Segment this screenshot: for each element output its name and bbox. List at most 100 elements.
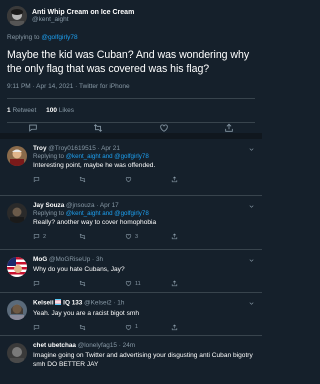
like-action[interactable]: 3: [125, 233, 171, 240]
like-count: 3: [135, 233, 139, 240]
author-avatar[interactable]: [7, 6, 27, 26]
reply-header: Jay Souza @jnsouza · Apr 17: [33, 202, 119, 209]
avatar[interactable]: [7, 146, 27, 166]
retweets-label: Retweet: [12, 107, 37, 114]
reply-body: Jay Souza @jnsouza · Apr 17 Replying to …: [33, 196, 255, 249]
share-icon[interactable]: [224, 123, 234, 133]
reply-tweet[interactable]: Troy @Troy01619515 · Apr 21 Replying to …: [0, 139, 262, 196]
share-action[interactable]: [171, 233, 217, 240]
reply-author-name[interactable]: chet ubetchaa: [33, 342, 76, 349]
reply-author-badge: IQ 133: [63, 299, 83, 307]
reply-tweet[interactable]: Kelseii IQ 133 @Kelsei2 · 1h Yeah. Jay y…: [0, 293, 262, 336]
retweet-action[interactable]: [79, 324, 125, 331]
share-action[interactable]: [171, 323, 217, 331]
reply-date[interactable]: 1h: [117, 300, 124, 307]
replying-handle-link[interactable]: @golfgirly78: [41, 34, 77, 41]
retweet-icon: [79, 176, 86, 183]
reply-author-handle[interactable]: @jnsouza: [66, 202, 95, 209]
reply-date[interactable]: 24m: [123, 342, 135, 349]
replying-to: Replying to @kent_aight and @golfgirly78: [33, 210, 255, 218]
replying-handles[interactable]: @kent_aight and @golfgirly78: [66, 210, 149, 217]
reply-body: chet ubetchaa @lonelyfag15 · 24m Imagine…: [33, 336, 255, 376]
reply-icon[interactable]: [28, 123, 38, 133]
share-icon: [171, 323, 178, 330]
reply-date[interactable]: Apr 17: [100, 202, 119, 209]
retweet-action[interactable]: [79, 176, 125, 183]
replying-to: Replying to @kent_aight and @golfgirly78: [33, 153, 255, 161]
like-action[interactable]: 11: [125, 280, 171, 287]
heart-icon[interactable]: [159, 123, 169, 133]
author-name[interactable]: Anti Whip Cream on Ice Cream: [32, 9, 134, 16]
tweet-meta: 9:11 PM · Apr 14, 2021 · Twitter for iPh…: [7, 83, 255, 99]
like-count: 11: [135, 280, 141, 287]
reply-body: Kelseii IQ 133 @Kelsei2 · 1h Yeah. Jay y…: [33, 293, 255, 335]
avatar[interactable]: [7, 203, 27, 223]
reply-text: Yeah. Jay you are a racist bigot smh: [33, 309, 140, 317]
reply-text: Why do you hate Cubans, Jay?: [33, 266, 125, 273]
avatar[interactable]: [7, 257, 27, 277]
main-tweet: Anti Whip Cream on Ice Cream @kent_aight…: [0, 0, 262, 123]
reply-actions: 11: [33, 277, 255, 291]
retweet-action[interactable]: [79, 280, 125, 287]
replying-to: Replying to @golfgirly78: [7, 34, 255, 41]
reply-header: chet ubetchaa @lonelyfag15 · 24m: [33, 342, 136, 349]
reply-author-name[interactable]: Jay Souza: [33, 202, 64, 209]
like-action[interactable]: [125, 176, 171, 183]
reply-author-name[interactable]: Troy: [33, 145, 47, 152]
reply-author-handle[interactable]: @Kelsei2: [84, 300, 111, 307]
retweet-icon[interactable]: [93, 123, 103, 133]
reply-icon: [33, 234, 40, 240]
reply-body: Troy @Troy01619515 · Apr 21 Replying to …: [33, 139, 255, 195]
reply-actions: 2 3: [33, 230, 255, 244]
reply-body: MoG @MoGRiseUp · 3h Why do you hate Cuba…: [33, 250, 255, 292]
reply-action[interactable]: [33, 324, 79, 331]
author-row: Anti Whip Cream on Ice Cream @kent_aight: [7, 4, 255, 28]
chevron-down-icon[interactable]: [248, 146, 255, 153]
author-names: Anti Whip Cream on Ice Cream @kent_aight: [32, 9, 134, 24]
trans-flag-icon: [55, 299, 62, 305]
likes-stat[interactable]: 100 Likes: [46, 107, 74, 114]
reply-actions: [33, 173, 255, 187]
avatar-image: [7, 6, 27, 26]
reply-action[interactable]: [33, 280, 79, 287]
reply-actions: 1: [33, 320, 255, 334]
reply-count: 2: [43, 233, 47, 240]
share-action[interactable]: [171, 176, 217, 183]
avatar[interactable]: [7, 300, 27, 320]
reply-text: Really? another way to cover homophobia: [33, 219, 157, 226]
replying-prefix: Replying to: [7, 34, 40, 41]
reply-author-handle[interactable]: @MoGRiseUp: [49, 256, 90, 263]
retweet-action[interactable]: [79, 233, 125, 240]
tweet-stats: 1 Retweet 100 Likes: [7, 99, 255, 123]
heart-icon: [125, 281, 132, 287]
reply-tweet[interactable]: Jay Souza @jnsouza · Apr 17 Replying to …: [0, 196, 262, 250]
reply-author-handle[interactable]: @lonelyfag15: [78, 342, 117, 349]
like-action[interactable]: 1: [125, 324, 171, 331]
reply-tweet[interactable]: MoG @MoGRiseUp · 3h Why do you hate Cuba…: [0, 250, 262, 293]
reply-author-handle[interactable]: @Troy01619515: [48, 145, 95, 152]
heart-icon: [125, 177, 132, 183]
reply-author-name[interactable]: Kelseii: [33, 300, 54, 307]
tweet-text: Maybe the kid was Cuban? And was wonderi…: [7, 49, 250, 75]
chevron-down-icon[interactable]: [248, 300, 255, 307]
share-action[interactable]: [171, 280, 217, 287]
main-actions-bar: [0, 123, 262, 139]
author-handle[interactable]: @kent_aight: [32, 16, 134, 24]
retweets-stat[interactable]: 1 Retweet: [7, 107, 36, 114]
reply-date[interactable]: 3h: [96, 256, 103, 263]
like-count: 1: [135, 324, 139, 330]
reply-action[interactable]: 2: [33, 233, 79, 240]
reply-author-name[interactable]: MoG: [33, 256, 47, 263]
reply-header: Kelseii IQ 133 @Kelsei2 · 1h: [33, 299, 125, 307]
reply-icon: [33, 177, 40, 183]
retweets-count: 1: [7, 107, 11, 114]
reply-tweet[interactable]: chet ubetchaa @lonelyfag15 · 24m Imagine…: [0, 336, 262, 376]
reply-action[interactable]: [33, 176, 79, 183]
share-icon: [171, 233, 178, 240]
retweet-icon: [79, 280, 86, 287]
avatar[interactable]: [7, 343, 27, 363]
chevron-down-icon[interactable]: [248, 257, 255, 264]
reply-date[interactable]: Apr 21: [101, 145, 120, 152]
chevron-down-icon[interactable]: [248, 203, 255, 210]
replying-handles[interactable]: @kent_aight and @golfgirly78: [66, 153, 149, 160]
